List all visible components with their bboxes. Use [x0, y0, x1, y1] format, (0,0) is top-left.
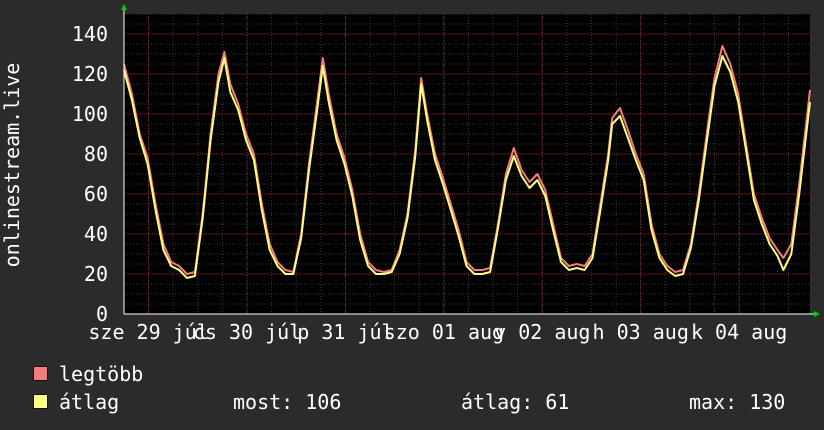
stat-current: most: 106: [233, 390, 342, 414]
x-tick-label: sze 29 júl: [88, 320, 208, 344]
x-tick-label: szo 01 aug: [384, 320, 504, 344]
legend-swatch-max: [33, 366, 48, 381]
legend-label-avg: átlag: [59, 390, 120, 414]
x-tick-label: p 31 júl: [297, 320, 393, 344]
x-tick-label: k 04 aug: [691, 320, 787, 344]
stat-average: átlag: 61: [461, 390, 570, 414]
y-tick-label: 40: [84, 222, 108, 246]
x-tick-label: v 02 aug: [494, 320, 590, 344]
y-tick-label: 20: [84, 262, 108, 286]
legend-swatch-avg: [33, 394, 48, 409]
legend-label-max: legtöbb: [59, 362, 144, 386]
stat-max: max: 130: [689, 390, 786, 414]
x-tick-label: cs 30 júl: [193, 320, 301, 344]
x-tick-label: h 03 aug: [593, 320, 689, 344]
y-axis-arrow: [121, 4, 127, 10]
y-tick-label: 140: [72, 22, 108, 46]
x-axis-ticks: sze 29 júlcs 30 júlp 31 júlszo 01 augv 0…: [88, 320, 787, 344]
y-tick-label: 120: [72, 62, 108, 86]
y-axis-label: onlinestream.live: [0, 63, 24, 268]
y-tick-label: 100: [72, 102, 108, 126]
chart-svg: 020406080100120140 sze 29 júlcs 30 júlp …: [0, 4, 820, 344]
chart-stage: 0 20 40 60 80 100 120 140 sze 29 júl cs 30 júl p …: [0, 0, 824, 430]
y-axis-ticks: 020406080100120140: [72, 22, 108, 326]
y-tick-label: 80: [84, 142, 108, 166]
x-axis-arrow: [814, 311, 820, 317]
y-tick-label: 60: [84, 182, 108, 206]
